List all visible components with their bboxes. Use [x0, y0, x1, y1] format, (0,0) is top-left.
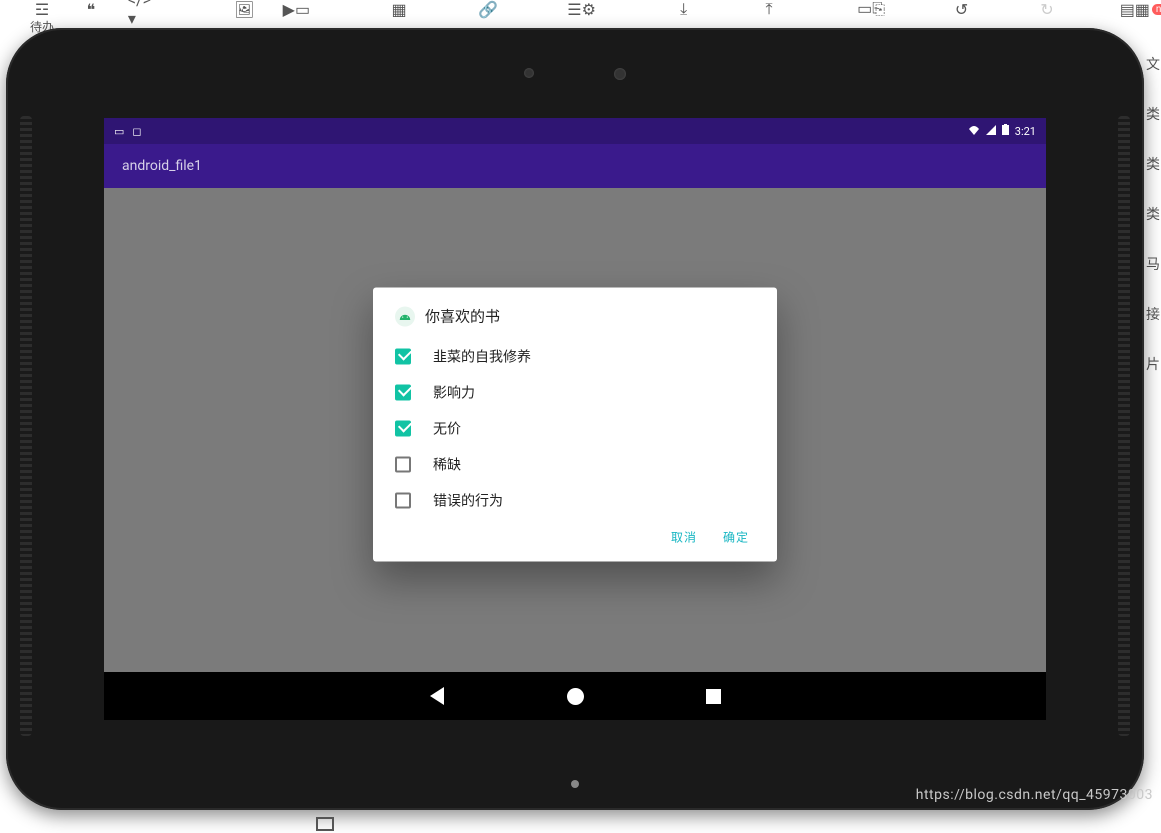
export-icon[interactable]: ⤒: [762, 0, 776, 18]
option-row-0[interactable]: 韭菜的自我修养: [395, 339, 755, 375]
option-row-1[interactable]: 影响力: [395, 375, 755, 411]
screen: ▭ ◻ 3:21 android_file1: [104, 118, 1046, 720]
speaker-right: [1118, 116, 1130, 736]
import-icon[interactable]: ⤓: [677, 0, 691, 18]
settings-icon[interactable]: ☰⚙: [570, 0, 594, 18]
option-label-0: 韭菜的自我修养: [433, 347, 531, 367]
status-time: 3:21: [1015, 125, 1036, 138]
option-row-3[interactable]: 稀缺: [395, 447, 755, 483]
image-icon[interactable]: 🖼: [234, 0, 254, 18]
quote-icon[interactable]: ❝: [84, 0, 98, 18]
new-badge: new: [1152, 4, 1161, 15]
battery-icon: [1002, 124, 1009, 138]
option-label-4: 错误的行为: [433, 491, 503, 511]
dialog-title: 你喜欢的书: [425, 306, 500, 327]
app-body: 你喜欢的书 韭菜的自我修养 影响力 无价 稀缺: [104, 188, 1046, 672]
android-icon: [395, 306, 415, 326]
signal-icon: [986, 125, 996, 138]
home-icon: [567, 688, 584, 705]
status-bar: ▭ ◻ 3:21: [104, 118, 1046, 144]
recents-button[interactable]: [704, 687, 722, 705]
watermark: https://blog.csdn.net/qq_45973003: [916, 787, 1153, 803]
checkbox-3[interactable]: [395, 457, 411, 473]
camera-icon: [614, 68, 626, 80]
save-icon[interactable]: ▭⎘: [859, 0, 883, 18]
app-title: android_file1: [122, 158, 202, 174]
list-icon: ☲: [30, 0, 54, 18]
dialog: 你喜欢的书 韭菜的自我修养 影响力 无价 稀缺: [373, 288, 777, 562]
nav-bar: [104, 672, 1046, 720]
checkbox-0[interactable]: [395, 349, 411, 365]
confirm-button[interactable]: 确定: [723, 529, 749, 546]
checkbox-1[interactable]: [395, 385, 411, 401]
home-button[interactable]: [566, 687, 584, 705]
tablet-frame: ▭ ◻ 3:21 android_file1: [6, 28, 1144, 810]
option-label-3: 稀缺: [433, 455, 461, 475]
undo-icon[interactable]: ↺: [955, 0, 969, 18]
option-label-2: 无价: [433, 419, 461, 439]
video-icon[interactable]: ▶▭: [284, 0, 308, 18]
status-app-icon-1: ▭: [114, 125, 124, 138]
cancel-button[interactable]: 取消: [671, 529, 697, 546]
recents-icon: [706, 689, 721, 704]
status-app-icon-2: ◻: [132, 125, 141, 138]
editor-bottom-icon: [316, 817, 334, 831]
editor-toolbar: ☲ 待办 ❝ </> ▾ 🖼 ▶▭ ▦ 🔗 ☰⚙ ⤓ ⤒ ▭⎘ ↺ ↻ ▤▦ne…: [0, 0, 1161, 25]
checkbox-2[interactable]: [395, 421, 411, 437]
redo-icon[interactable]: ↻: [1040, 0, 1054, 18]
dialog-actions: 取消 确定: [395, 519, 755, 556]
app-bar: android_file1: [104, 144, 1046, 188]
right-strip: 文 类类 类马 接片: [1145, 40, 1161, 800]
table-icon[interactable]: ▦: [391, 0, 406, 18]
wifi-icon: [968, 125, 980, 138]
option-label-1: 影响力: [433, 383, 475, 403]
layout-icon[interactable]: ▤▦new: [1137, 0, 1161, 18]
home-indicator: [571, 780, 579, 788]
checkbox-4[interactable]: [395, 493, 411, 509]
back-icon: [430, 687, 444, 705]
option-row-4[interactable]: 错误的行为: [395, 483, 755, 519]
camera-group: [524, 68, 626, 80]
speaker-left: [20, 116, 32, 736]
code-icon[interactable]: </> ▾: [128, 0, 151, 18]
back-button[interactable]: [428, 687, 446, 705]
sensor-dot: [524, 68, 534, 78]
link-icon[interactable]: 🔗: [478, 0, 498, 18]
option-row-2[interactable]: 无价: [395, 411, 755, 447]
